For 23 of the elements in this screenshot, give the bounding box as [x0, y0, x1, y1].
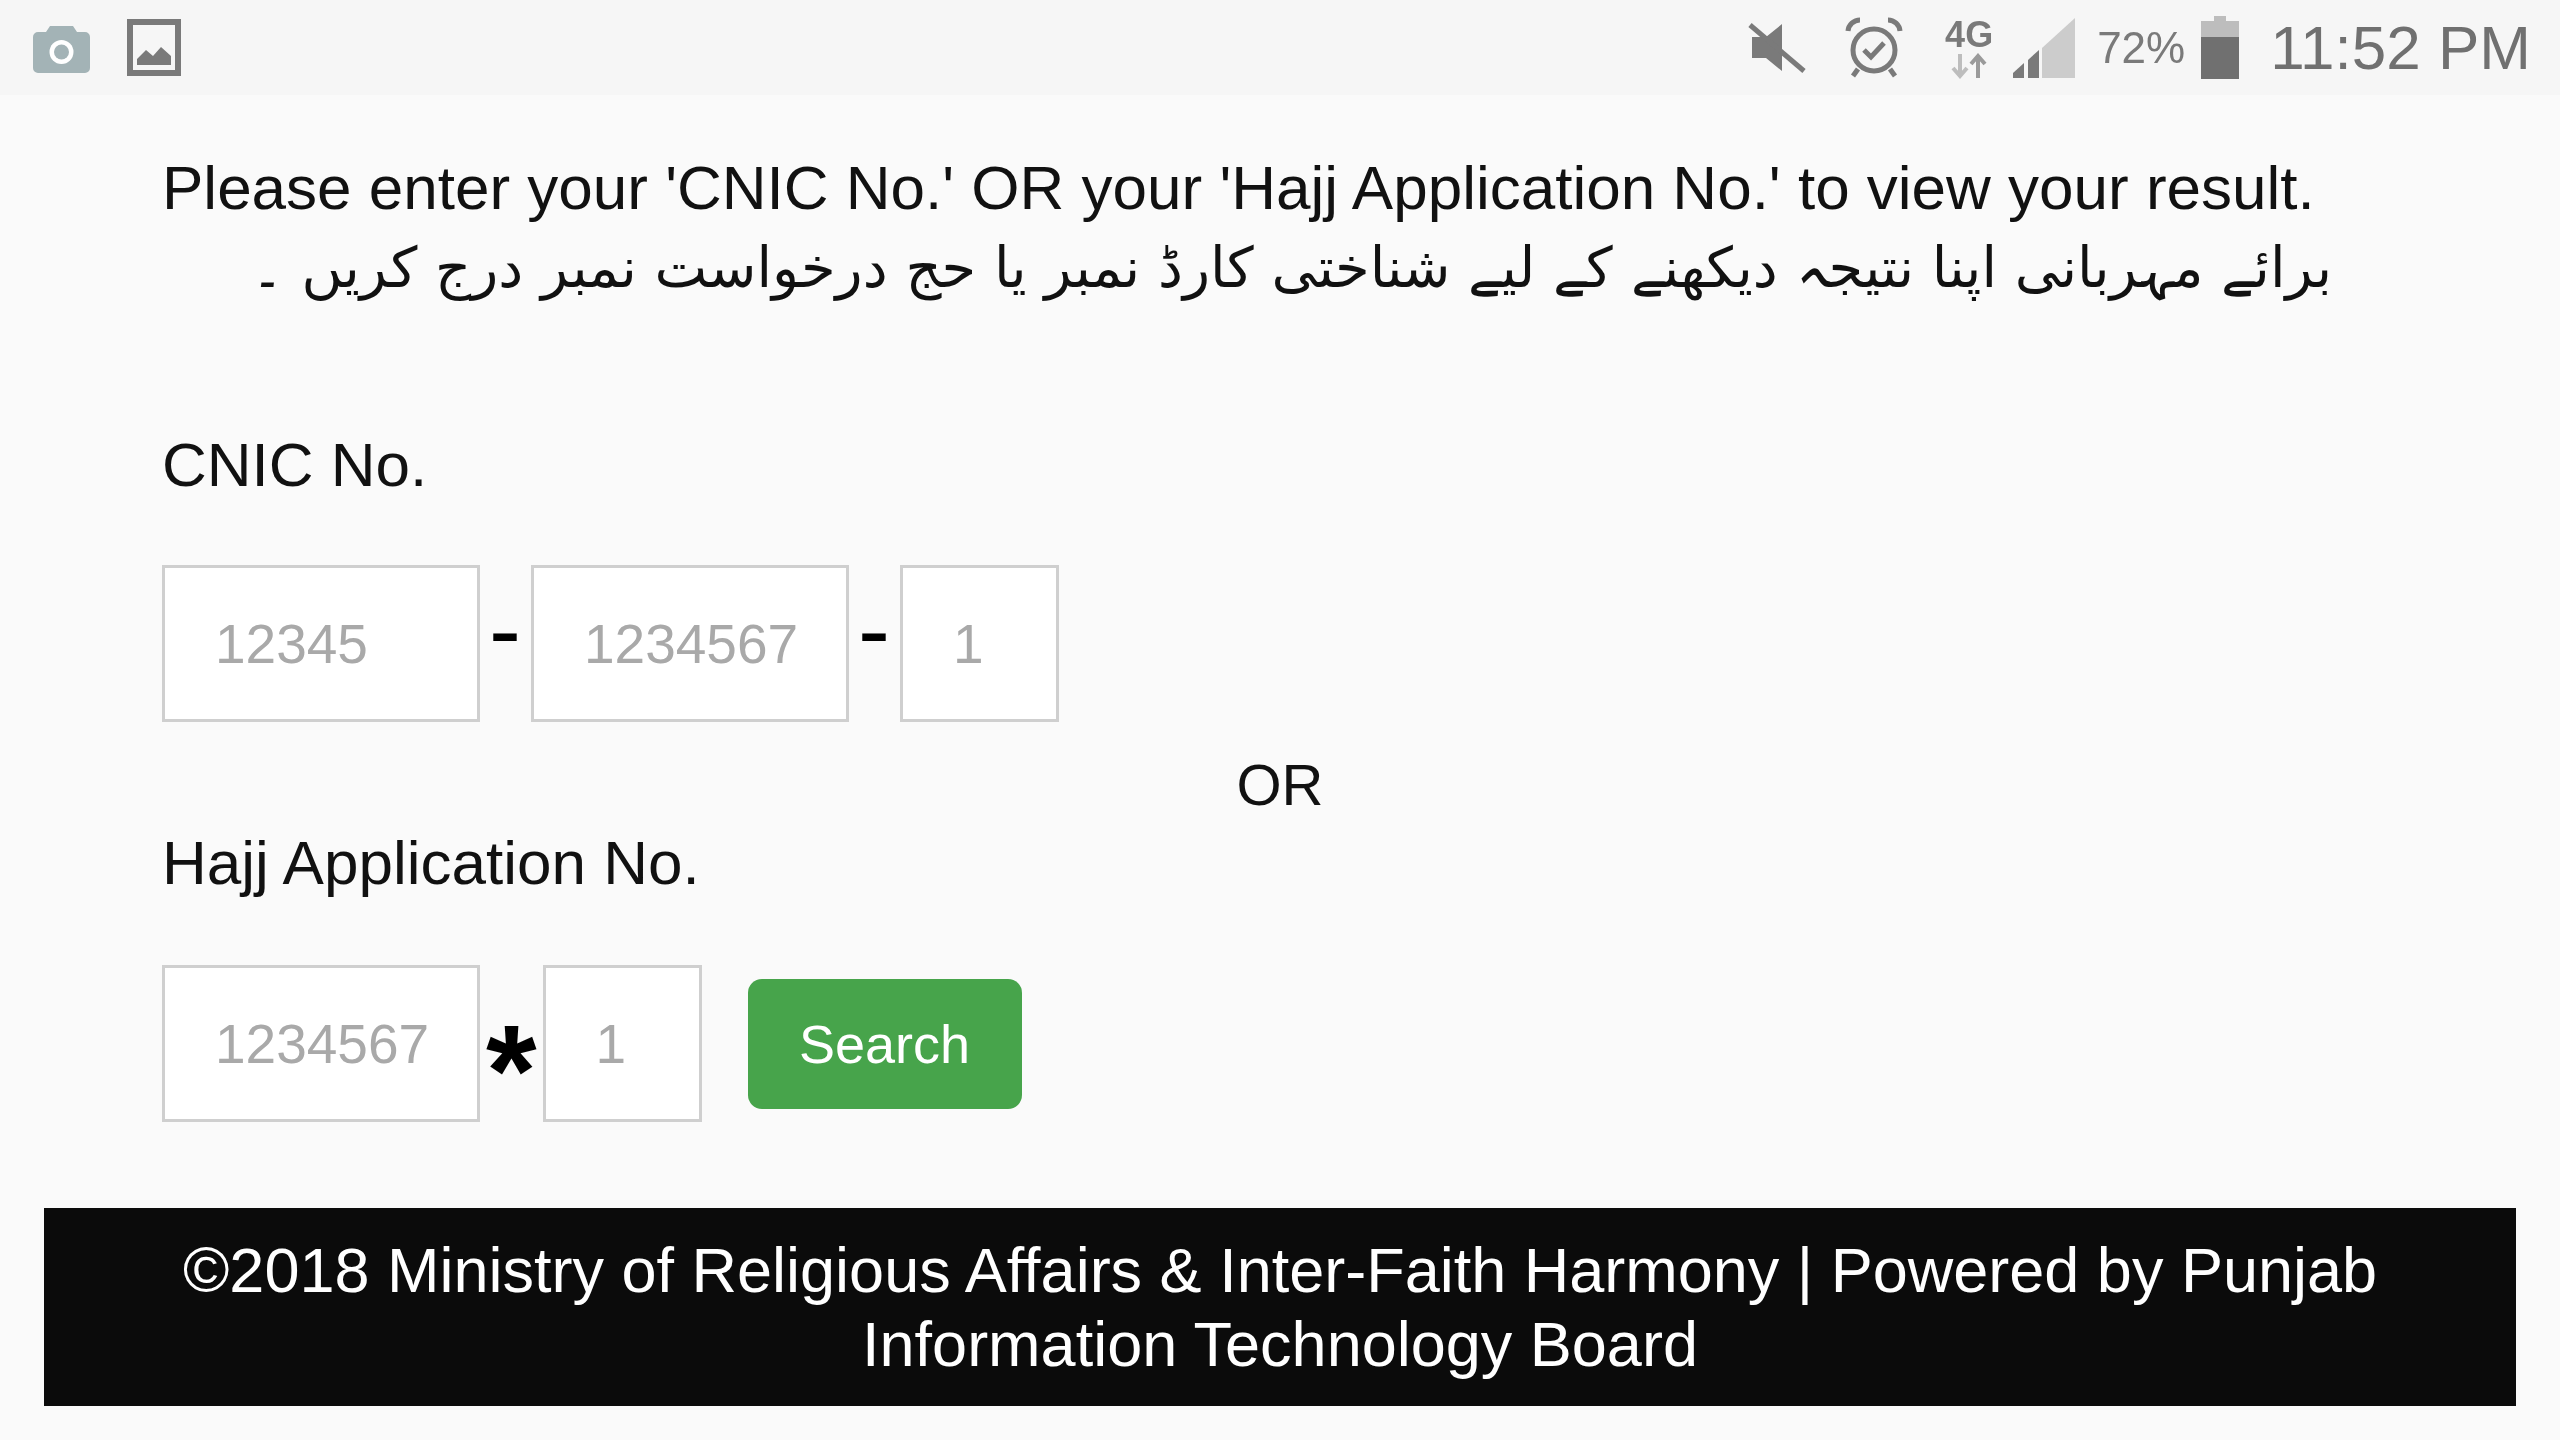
alarm-clock-icon [1844, 16, 1905, 79]
cnic-input-field[interactable]: 1234567 [530, 565, 849, 722]
dash-separator: - [489, 582, 521, 678]
network-type-label: 4G [1945, 16, 1994, 53]
cnic-input-field[interactable]: 1 [899, 565, 1059, 722]
asterisk-separator: * [486, 1005, 537, 1136]
hajj-application-input-field[interactable]: 1 [542, 965, 702, 1122]
hajj-application-label: Hajj Application No. [162, 827, 700, 899]
clock-time: 11:52 PM [2270, 16, 2531, 79]
battery-icon [2201, 16, 2240, 79]
dash-separator: - [857, 582, 890, 678]
cnic-label: CNIC No. [162, 429, 428, 501]
signal-icon [2011, 17, 2076, 78]
copyright-text: ©2018 Ministry of Religious Affairs & Inter-Faith Harmony | Powered by Punjab Information Technology Board [181, 1234, 2379, 1381]
battery-percentage: 72% [2097, 25, 2186, 70]
cnic-input-field[interactable]: 12345 [162, 565, 480, 722]
hajj-application-input-field[interactable]: 1234567 [162, 965, 480, 1122]
search-button[interactable]: Search [747, 978, 1022, 1109]
image-icon [127, 19, 181, 76]
instruction-text-urdu: برائے مہربانی اپنا نتیجہ دیکھنے کے لیے شناختی کارڈ نمبر یا حج درخواست نمبر درج کریں ۔ [249, 234, 2332, 303]
instruction-text: Please enter your 'CNIC No.' OR your 'Hajj Application No.' to view your result. [162, 152, 2315, 224]
data-arrows-icon [1951, 52, 1988, 79]
or-text: OR [1236, 751, 1324, 819]
